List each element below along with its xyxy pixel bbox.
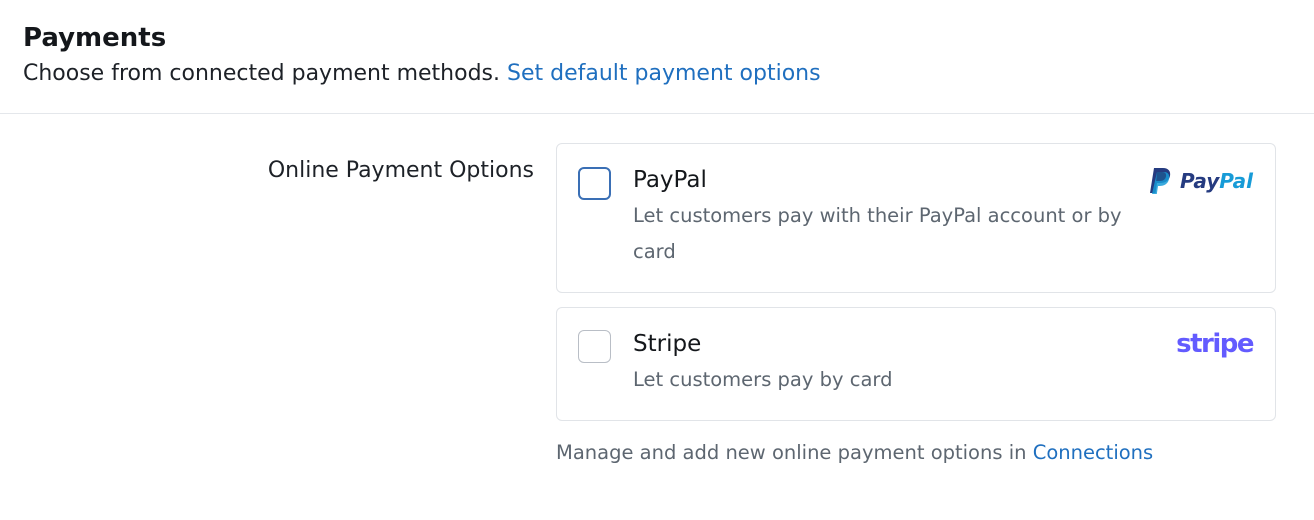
stripe-checkbox[interactable] [578, 330, 611, 363]
set-default-payment-options-link[interactable]: Set default payment options [507, 61, 821, 86]
paypal-wordmark-pal: Pal [1219, 169, 1253, 193]
paypal-option-card[interactable]: PayPal Let customers pay with their PayP… [556, 143, 1276, 293]
connections-link[interactable]: Connections [1033, 441, 1154, 464]
paypal-wordmark-pay: Pay [1179, 169, 1220, 193]
subtitle-text: Choose from connected payment methods. [23, 61, 501, 86]
page-title: Payments [23, 23, 167, 53]
paypal-checkbox[interactable] [578, 167, 611, 200]
manage-options-text: Manage and add new online payment option… [556, 441, 1027, 464]
paypal-option-name: PayPal [633, 167, 707, 193]
page-subtitle: Choose from connected payment methods. S… [23, 58, 821, 90]
paypal-option-description: Let customers pay with their PayPal acco… [633, 204, 1122, 263]
stripe-option-name: Stripe [633, 331, 702, 357]
stripe-option-description: Let customers pay by card [633, 368, 893, 391]
manage-options-note: Manage and add new online payment option… [556, 438, 1153, 468]
paypal-logo: PayPal [1148, 166, 1253, 196]
stripe-logo: stripe [1176, 329, 1254, 359]
paypal-p-icon [1149, 168, 1171, 194]
payments-header: Payments Choose from connected payment m… [0, 0, 1314, 114]
online-payment-options-label: Online Payment Options [267, 158, 534, 183]
paypal-wordmark: PayPal [1180, 166, 1253, 196]
stripe-option-card[interactable]: Stripe Let customers pay by card stripe [556, 307, 1276, 421]
